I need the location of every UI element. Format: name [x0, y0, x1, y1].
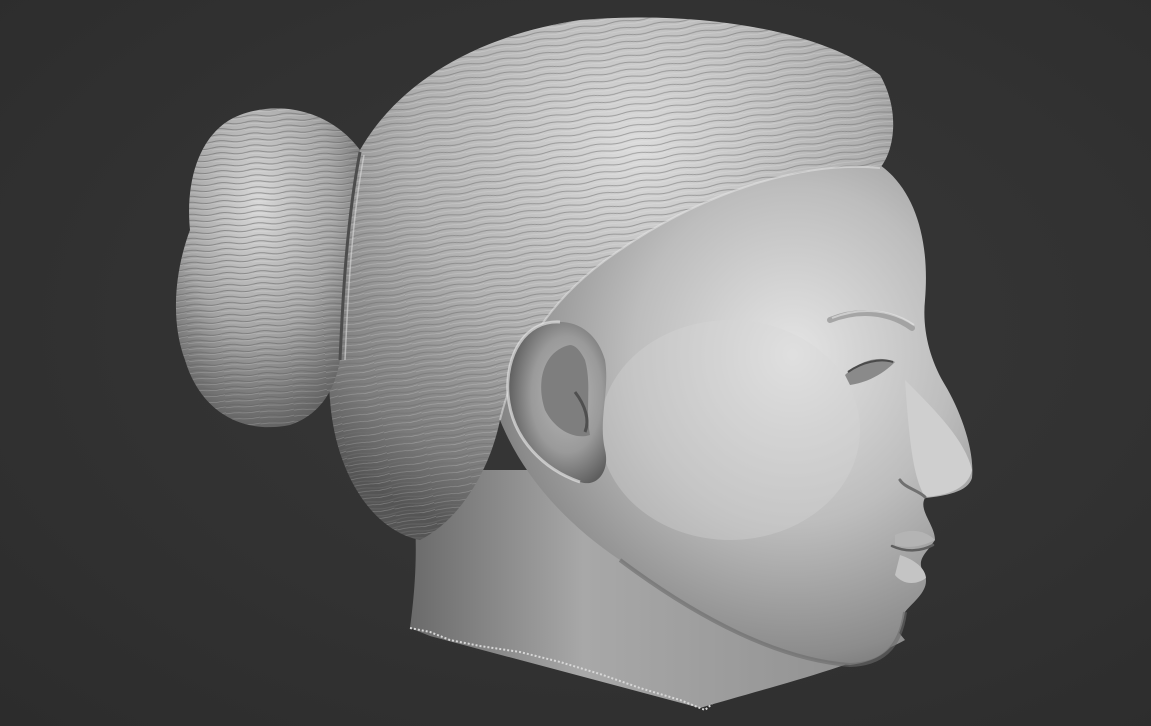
sculpt-render: [175, 17, 973, 712]
viewport-canvas[interactable]: [0, 0, 1151, 726]
cheek-highlight: [600, 320, 860, 540]
